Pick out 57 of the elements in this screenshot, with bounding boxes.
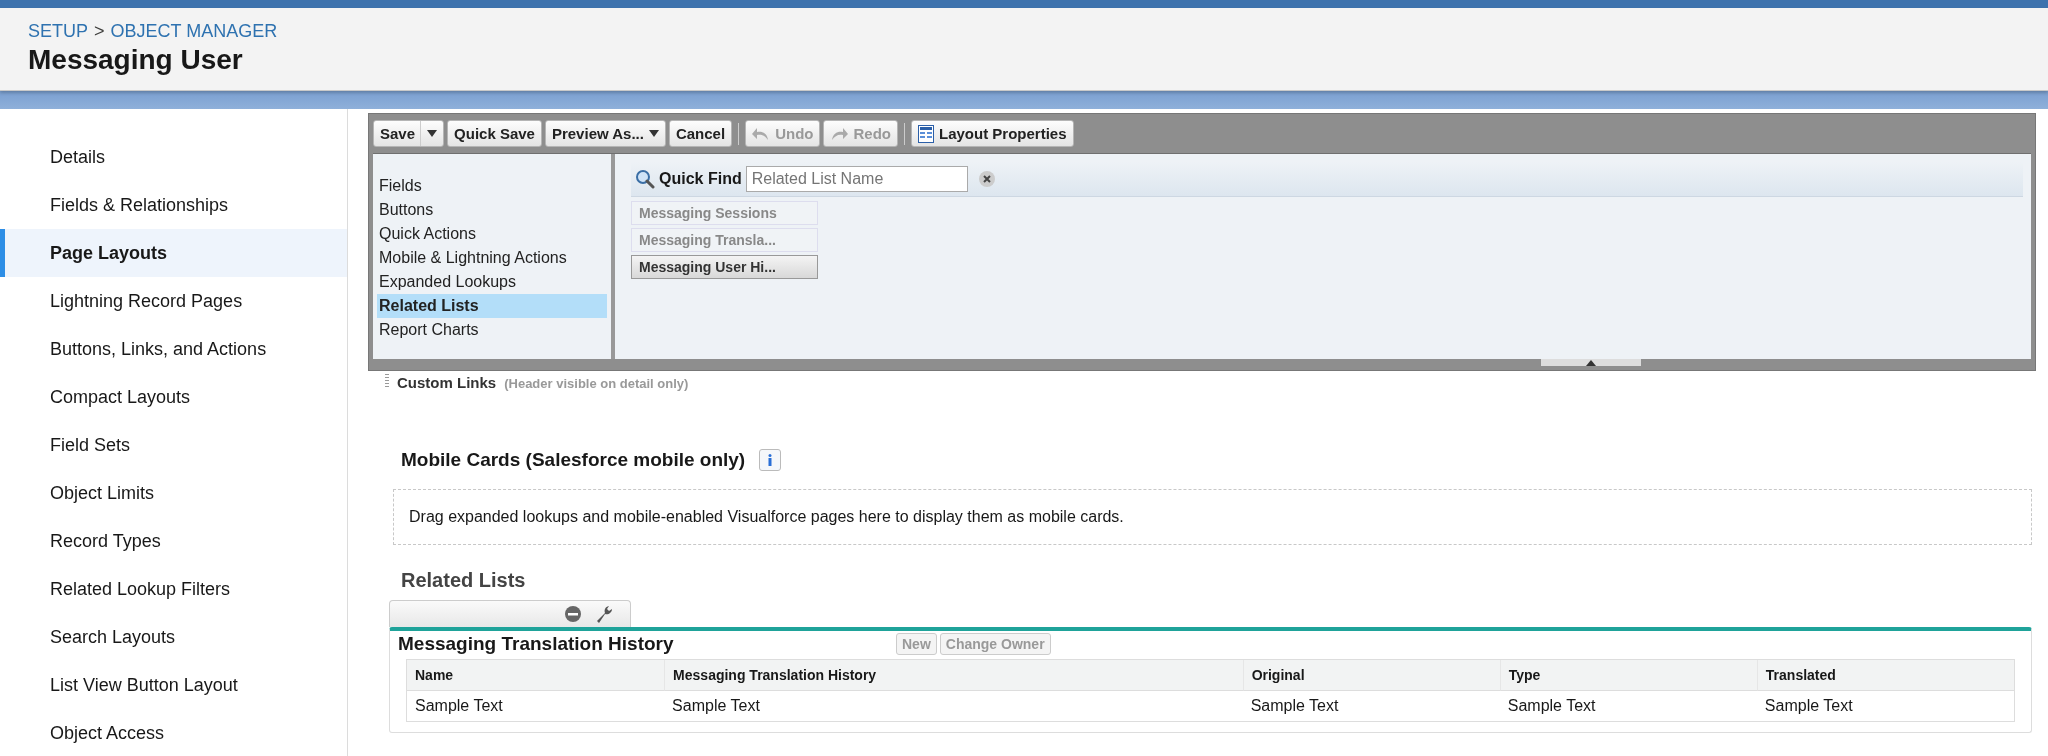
layout-icon xyxy=(917,124,934,143)
breadcrumb-separator: > xyxy=(94,21,105,42)
quick-find-field[interactable]: Related List Name xyxy=(745,166,968,192)
palette-category[interactable]: Expanded Lookups xyxy=(377,270,607,294)
palette-category[interactable]: Mobile & Lightning Actions xyxy=(377,246,607,270)
save-button[interactable]: Save xyxy=(373,120,445,147)
sidebar-item[interactable]: Object Limits xyxy=(0,469,347,517)
clear-icon[interactable] xyxy=(977,170,996,188)
breadcrumb-link[interactable]: OBJECT MANAGER xyxy=(110,21,278,42)
sidebar-item[interactable]: Lightning Record Pages xyxy=(0,277,347,325)
toolbar-button[interactable]: Layout Properties xyxy=(910,120,1074,147)
sidebar-item[interactable]: Record Types xyxy=(0,517,347,565)
section-title: Custom Links xyxy=(397,374,497,391)
sidebar-item[interactable]: Buttons, Links, and Actions xyxy=(0,325,347,373)
sidebar-item[interactable]: Details xyxy=(0,133,347,181)
sidebar-item[interactable]: Field Sets xyxy=(0,421,347,469)
sidebar-item[interactable]: Fields & Relationships xyxy=(0,181,347,229)
palette-category[interactable]: Fields xyxy=(377,174,607,198)
section-heading: Related Lists xyxy=(401,569,527,592)
section-note: (Header visible on detail only) xyxy=(504,376,689,391)
related-list-title: Messaging Translation History xyxy=(398,633,675,655)
palette-category[interactable]: Quick Actions xyxy=(377,222,607,246)
info-icon[interactable] xyxy=(759,449,782,471)
page-title: Messaging User xyxy=(28,44,244,76)
sidebar-item[interactable]: Search Layouts xyxy=(0,613,347,661)
column-header: Translated xyxy=(1756,660,2014,691)
collapse-handle[interactable] xyxy=(1541,359,1641,366)
section-heading: Mobile Cards (Salesforce mobile only) xyxy=(401,449,746,471)
caret-icon xyxy=(427,130,438,137)
table-cell-text: Sample Text xyxy=(671,696,761,716)
sidebar-item[interactable]: Related Lookup Filters xyxy=(0,565,347,613)
palette-category[interactable]: Buttons xyxy=(377,198,607,222)
palette-item[interactable]: Messaging User Hi... xyxy=(631,255,818,279)
toolbar-button[interactable]: Preview As... xyxy=(544,120,666,147)
toolbar-button[interactable]: Cancel xyxy=(668,120,733,147)
palette-category[interactable]: Related Lists xyxy=(377,294,607,318)
column-header: Messaging Translation History xyxy=(664,660,1243,691)
search-icon xyxy=(635,169,655,189)
quick-find-label: Quick Find xyxy=(659,170,742,188)
column-header: Type xyxy=(1499,660,1757,691)
table-cell-text: Sample Text xyxy=(1506,696,1597,716)
sidebar-item[interactable]: Compact Layouts xyxy=(0,373,347,421)
column-header: Original xyxy=(1242,660,1500,691)
sidebar-item[interactable]: List View Button Layout xyxy=(0,661,347,709)
breadcrumb-link[interactable]: SETUP xyxy=(28,21,88,42)
column-header: Name xyxy=(407,660,665,691)
drop-zone: Drag expanded lookups and mobile-enabled Visualforce pages here to display them as mobile cards. xyxy=(393,489,2032,545)
sidebar-item[interactable]: Page Layouts xyxy=(0,229,347,277)
sidebar-item[interactable]: Object Access xyxy=(0,709,347,756)
toolbar-button[interactable]: Quick Save xyxy=(447,120,542,147)
drag-handle-icon[interactable] xyxy=(385,374,389,388)
palette-category[interactable]: Report Charts xyxy=(377,318,607,342)
remove-icon[interactable] xyxy=(564,605,582,623)
table-cell-text: Sample Text xyxy=(1763,696,1854,716)
table-cell-text: Sample Text xyxy=(1249,696,1340,716)
caret-icon xyxy=(648,130,659,137)
table-cell-text: Sample Text xyxy=(414,696,504,716)
